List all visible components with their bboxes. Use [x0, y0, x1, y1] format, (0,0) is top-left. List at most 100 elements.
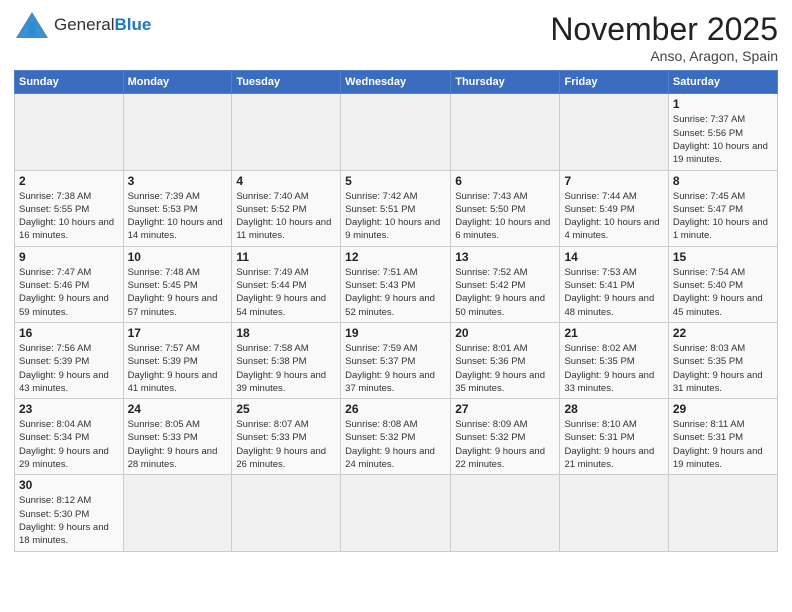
- day-cell: 8 Sunrise: 7:45 AM Sunset: 5:47 PM Daylig…: [668, 170, 777, 246]
- logo: GeneralBlue: [14, 10, 151, 40]
- day-number: 9: [19, 250, 119, 264]
- day-number: 13: [455, 250, 555, 264]
- day-number: 27: [455, 402, 555, 416]
- day-info: Sunrise: 7:51 AM Sunset: 5:43 PM Dayligh…: [345, 266, 446, 319]
- day-number: 29: [673, 402, 773, 416]
- day-info: Sunrise: 8:08 AM Sunset: 5:32 PM Dayligh…: [345, 418, 446, 471]
- month-title: November 2025: [550, 10, 778, 48]
- day-number: 14: [564, 250, 663, 264]
- day-cell: 5Sunrise: 7:42 AM Sunset: 5:51 PM Daylig…: [341, 170, 451, 246]
- col-header-saturday: Saturday: [668, 71, 777, 94]
- week-row-5: 30 Sunrise: 8:12 AM Sunset: 5:30 PM Dayli…: [15, 475, 778, 551]
- day-cell: [560, 475, 668, 551]
- day-info: Sunrise: 7:59 AM Sunset: 5:37 PM Dayligh…: [345, 342, 446, 395]
- day-info: Sunrise: 7:44 AM Sunset: 5:49 PM Dayligh…: [564, 190, 663, 243]
- day-number: 23: [19, 402, 119, 416]
- day-cell: [668, 475, 777, 551]
- day-cell: 13 Sunrise: 7:52 AM Sunset: 5:42 PM Dayli…: [451, 246, 560, 322]
- day-cell: [232, 94, 341, 170]
- day-number: 6: [455, 174, 555, 188]
- day-cell: [123, 475, 232, 551]
- day-number: 1: [673, 97, 773, 111]
- day-number: 30: [19, 478, 119, 492]
- day-cell: [341, 94, 451, 170]
- page: GeneralBlue November 2025 Anso, Aragon, …: [0, 0, 792, 612]
- day-info: Sunrise: 8:09 AM Sunset: 5:32 PM Dayligh…: [455, 418, 555, 471]
- day-cell: 14 Sunrise: 7:53 AM Sunset: 5:41 PM Dayli…: [560, 246, 668, 322]
- day-cell: 29 Sunrise: 8:11 AM Sunset: 5:31 PM Dayli…: [668, 399, 777, 475]
- day-cell: 25Sunrise: 8:07 AM Sunset: 5:33 PM Dayli…: [232, 399, 341, 475]
- day-cell: [232, 475, 341, 551]
- day-info: Sunrise: 7:57 AM Sunset: 5:39 PM Dayligh…: [128, 342, 228, 395]
- day-cell: 1Sunrise: 7:37 AM Sunset: 5:56 PM Daylig…: [668, 94, 777, 170]
- day-number: 10: [128, 250, 228, 264]
- day-cell: 9Sunrise: 7:47 AM Sunset: 5:46 PM Daylig…: [15, 246, 124, 322]
- day-cell: [123, 94, 232, 170]
- day-cell: [451, 475, 560, 551]
- day-cell: [560, 94, 668, 170]
- day-cell: [341, 475, 451, 551]
- day-cell: 2Sunrise: 7:38 AM Sunset: 5:55 PM Daylig…: [15, 170, 124, 246]
- week-row-1: 2Sunrise: 7:38 AM Sunset: 5:55 PM Daylig…: [15, 170, 778, 246]
- calendar: SundayMondayTuesdayWednesdayThursdayFrid…: [14, 70, 778, 551]
- day-number: 26: [345, 402, 446, 416]
- day-cell: [15, 94, 124, 170]
- day-info: Sunrise: 7:45 AM Sunset: 5:47 PM Dayligh…: [673, 190, 773, 243]
- location: Anso, Aragon, Spain: [550, 48, 778, 64]
- day-info: Sunrise: 7:40 AM Sunset: 5:52 PM Dayligh…: [236, 190, 336, 243]
- col-header-wednesday: Wednesday: [341, 71, 451, 94]
- day-info: Sunrise: 7:58 AM Sunset: 5:38 PM Dayligh…: [236, 342, 336, 395]
- day-cell: 23Sunrise: 8:04 AM Sunset: 5:34 PM Dayli…: [15, 399, 124, 475]
- day-info: Sunrise: 7:54 AM Sunset: 5:40 PM Dayligh…: [673, 266, 773, 319]
- day-info: Sunrise: 7:52 AM Sunset: 5:42 PM Dayligh…: [455, 266, 555, 319]
- day-cell: 3 Sunrise: 7:39 AM Sunset: 5:53 PM Daylig…: [123, 170, 232, 246]
- col-header-thursday: Thursday: [451, 71, 560, 94]
- day-info: Sunrise: 8:03 AM Sunset: 5:35 PM Dayligh…: [673, 342, 773, 395]
- day-info: Sunrise: 8:12 AM Sunset: 5:30 PM Dayligh…: [19, 494, 119, 547]
- day-info: Sunrise: 7:39 AM Sunset: 5:53 PM Dayligh…: [128, 190, 228, 243]
- day-cell: 12Sunrise: 7:51 AM Sunset: 5:43 PM Dayli…: [341, 246, 451, 322]
- day-number: 19: [345, 326, 446, 340]
- day-info: Sunrise: 8:01 AM Sunset: 5:36 PM Dayligh…: [455, 342, 555, 395]
- col-header-friday: Friday: [560, 71, 668, 94]
- day-cell: 7 Sunrise: 7:44 AM Sunset: 5:49 PM Daylig…: [560, 170, 668, 246]
- day-number: 5: [345, 174, 446, 188]
- day-number: 11: [236, 250, 336, 264]
- day-number: 18: [236, 326, 336, 340]
- day-cell: 20 Sunrise: 8:01 AM Sunset: 5:36 PM Dayli…: [451, 322, 560, 398]
- day-number: 4: [236, 174, 336, 188]
- day-cell: 22Sunrise: 8:03 AM Sunset: 5:35 PM Dayli…: [668, 322, 777, 398]
- week-row-3: 16Sunrise: 7:56 AM Sunset: 5:39 PM Dayli…: [15, 322, 778, 398]
- day-cell: [451, 94, 560, 170]
- day-info: Sunrise: 8:02 AM Sunset: 5:35 PM Dayligh…: [564, 342, 663, 395]
- day-number: 3: [128, 174, 228, 188]
- day-cell: 30 Sunrise: 8:12 AM Sunset: 5:30 PM Dayli…: [15, 475, 124, 551]
- day-info: Sunrise: 8:10 AM Sunset: 5:31 PM Dayligh…: [564, 418, 663, 471]
- day-cell: 6Sunrise: 7:43 AM Sunset: 5:50 PM Daylig…: [451, 170, 560, 246]
- calendar-header-row: SundayMondayTuesdayWednesdayThursdayFrid…: [15, 71, 778, 94]
- day-info: Sunrise: 7:48 AM Sunset: 5:45 PM Dayligh…: [128, 266, 228, 319]
- day-number: 24: [128, 402, 228, 416]
- col-header-sunday: Sunday: [15, 71, 124, 94]
- day-number: 8: [673, 174, 773, 188]
- day-cell: 28Sunrise: 8:10 AM Sunset: 5:31 PM Dayli…: [560, 399, 668, 475]
- day-cell: 18 Sunrise: 7:58 AM Sunset: 5:38 PM Dayli…: [232, 322, 341, 398]
- day-cell: 15Sunrise: 7:54 AM Sunset: 5:40 PM Dayli…: [668, 246, 777, 322]
- day-cell: 4 Sunrise: 7:40 AM Sunset: 5:52 PM Daylig…: [232, 170, 341, 246]
- day-cell: 17 Sunrise: 7:57 AM Sunset: 5:39 PM Dayli…: [123, 322, 232, 398]
- day-info: Sunrise: 8:11 AM Sunset: 5:31 PM Dayligh…: [673, 418, 773, 471]
- day-info: Sunrise: 7:53 AM Sunset: 5:41 PM Dayligh…: [564, 266, 663, 319]
- day-number: 25: [236, 402, 336, 416]
- col-header-monday: Monday: [123, 71, 232, 94]
- week-row-0: 1Sunrise: 7:37 AM Sunset: 5:56 PM Daylig…: [15, 94, 778, 170]
- header: GeneralBlue November 2025 Anso, Aragon, …: [14, 10, 778, 64]
- day-cell: 21 Sunrise: 8:02 AM Sunset: 5:35 PM Dayli…: [560, 322, 668, 398]
- day-number: 21: [564, 326, 663, 340]
- day-cell: 10 Sunrise: 7:48 AM Sunset: 5:45 PM Dayli…: [123, 246, 232, 322]
- day-cell: 19 Sunrise: 7:59 AM Sunset: 5:37 PM Dayli…: [341, 322, 451, 398]
- day-number: 7: [564, 174, 663, 188]
- logo-icon: [14, 10, 50, 40]
- day-number: 17: [128, 326, 228, 340]
- day-number: 2: [19, 174, 119, 188]
- day-number: 20: [455, 326, 555, 340]
